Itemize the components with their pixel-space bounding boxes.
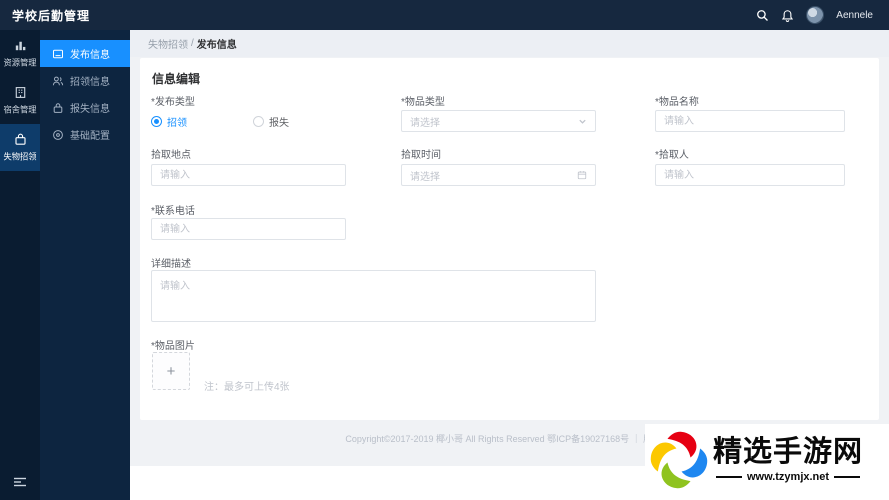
- upload-note: 注：最多可上传4张: [204, 382, 290, 393]
- pickup-person-label: *拾取人: [655, 150, 689, 161]
- pickup-place-input[interactable]: [151, 164, 346, 186]
- lock-icon: [52, 102, 64, 114]
- chevron-down-icon: [578, 117, 587, 126]
- description-label: 详细描述: [151, 259, 191, 270]
- plus-icon: +: [166, 362, 176, 380]
- search-icon[interactable]: [756, 9, 769, 22]
- bell-icon[interactable]: [781, 9, 794, 22]
- contact-phone-input[interactable]: [151, 218, 346, 240]
- app-window: 学校后勤管理 Aennele 资源管理 宿舍管理 失物招领 发布信息 招领信息 …: [0, 0, 889, 500]
- rail-item-label: 资源管理: [3, 58, 37, 68]
- rail-item-lost-and-found[interactable]: 失物招领: [0, 124, 40, 171]
- calendar-icon: [577, 170, 587, 180]
- bar-chart-icon: [13, 38, 28, 53]
- pinwheel-logo-icon: [647, 428, 711, 492]
- radio-found-label: 招领: [167, 117, 187, 129]
- settings-icon: [52, 129, 64, 141]
- sidebar-item-label: 报失信息: [70, 104, 110, 115]
- item-name-input[interactable]: [655, 110, 845, 132]
- watermark-url: www.tzymjx.net: [746, 470, 830, 483]
- module-rail: 资源管理 宿舍管理 失物招领: [0, 30, 40, 500]
- bag-icon: [13, 132, 28, 147]
- pickup-time-label: 拾取时间: [401, 150, 441, 161]
- page-title: 信息编辑: [152, 72, 201, 86]
- topbar: 学校后勤管理 Aennele: [0, 0, 889, 30]
- publish-type-radio-group: 招领 报失: [151, 110, 289, 132]
- radio-found[interactable]: 招领: [151, 114, 187, 129]
- sidebar-item-label: 基础配置: [70, 131, 110, 142]
- item-images-label: *物品图片: [151, 341, 195, 352]
- sidebar-item-publish-info[interactable]: 发布信息: [40, 40, 130, 67]
- sidebar: 发布信息 招领信息 报失信息 基础配置: [40, 30, 130, 500]
- description-textarea[interactable]: [151, 270, 596, 322]
- sidebar-item-label: 招领信息: [70, 77, 110, 88]
- building-icon: [13, 85, 28, 100]
- pickup-time-placeholder: 请选择: [410, 171, 440, 183]
- topbar-actions: Aennele: [756, 6, 889, 24]
- rail-item-label: 失物招领: [3, 152, 37, 162]
- username: Aennele: [836, 9, 873, 21]
- app-title: 学校后勤管理: [12, 8, 91, 23]
- rail-item-resource-management[interactable]: 资源管理: [0, 30, 40, 77]
- sidebar-item-label: 发布信息: [70, 50, 110, 61]
- breadcrumb: 失物招领 / 发布信息: [130, 30, 889, 57]
- breadcrumb-parent[interactable]: 失物招领: [148, 36, 188, 51]
- watermark: 精选手游网 www.tzymjx.net: [645, 424, 889, 496]
- upload-box[interactable]: +: [152, 352, 190, 390]
- rail-item-dormitory-management[interactable]: 宿舍管理: [0, 77, 40, 124]
- watermark-text: 精选手游网 www.tzymjx.net: [713, 436, 864, 483]
- form-card: 信息编辑 *发布类型 *物品类型 *物品名称 招领 报失 请选择 请输入 拾取地…: [140, 58, 879, 420]
- watermark-dash-left: [715, 475, 742, 478]
- radio-lost[interactable]: 报失: [253, 114, 289, 129]
- sidebar-item-basic-config[interactable]: 基础配置: [40, 121, 130, 148]
- avatar[interactable]: [806, 6, 825, 24]
- item-type-select[interactable]: 请选择: [401, 110, 596, 132]
- users-icon: [52, 75, 64, 87]
- breadcrumb-current: 发布信息: [196, 40, 237, 51]
- contact-phone-label: *联系电话: [151, 206, 195, 217]
- item-type-placeholder: 请选择: [410, 117, 440, 129]
- breadcrumb-separator: /: [191, 38, 194, 49]
- watermark-title: 精选手游网: [713, 436, 864, 469]
- pickup-time-input[interactable]: 请选择: [401, 164, 596, 186]
- radio-circle-unchecked-icon: [253, 115, 264, 127]
- sidebar-item-claim-info[interactable]: 招领信息: [40, 67, 130, 94]
- radio-lost-label: 报失: [269, 117, 289, 129]
- publish-type-label: *发布类型: [151, 97, 195, 108]
- radio-circle-checked-icon: [151, 115, 162, 127]
- rail-item-label: 宿舍管理: [3, 105, 37, 115]
- watermark-dash-right: [834, 475, 861, 478]
- pickup-place-label: 拾取地点: [151, 150, 191, 161]
- sidebar-item-loss-report-info[interactable]: 报失信息: [40, 94, 130, 121]
- collapse-menu-icon[interactable]: [0, 476, 40, 488]
- publish-icon: [52, 48, 64, 60]
- pickup-person-input[interactable]: [655, 164, 845, 186]
- item-name-label: *物品名称: [655, 97, 699, 108]
- item-type-label: *物品类型: [401, 97, 445, 108]
